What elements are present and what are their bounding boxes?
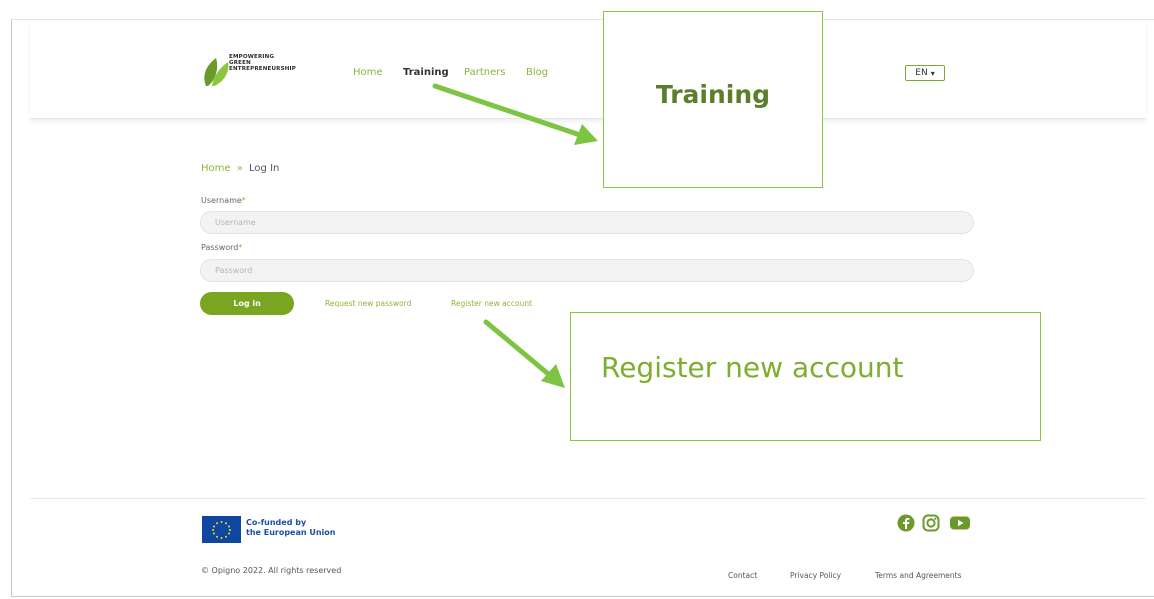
request-password-link[interactable]: Request new password: [325, 299, 411, 308]
nav-blog[interactable]: Blog: [526, 67, 548, 78]
youtube-icon[interactable]: [949, 514, 971, 532]
username-label: Username*: [201, 196, 246, 205]
logo-wordmark[interactable]: EMPOWERING GREEN ENTREPRENEURSHIP: [229, 54, 296, 72]
chevron-down-icon: ▾: [930, 68, 935, 78]
instagram-icon[interactable]: [922, 514, 940, 532]
eu-flag-icon: [202, 516, 241, 543]
footer-divider: [30, 498, 1146, 499]
language-value: EN: [915, 68, 928, 78]
breadcrumb-separator: »: [236, 163, 243, 174]
copyright-text: © Opigno 2022. All rights reserved: [201, 566, 342, 575]
nav-partners[interactable]: Partners: [464, 67, 506, 78]
eu-funding-text: Co-funded by the European Union: [246, 518, 336, 538]
footer-link-contact[interactable]: Contact: [728, 571, 757, 580]
username-input[interactable]: [200, 211, 974, 234]
username-label-text: Username: [201, 196, 242, 205]
required-mark: *: [241, 196, 246, 205]
password-label-text: Password: [201, 243, 239, 252]
nav-training[interactable]: Training: [403, 67, 449, 78]
facebook-icon[interactable]: [897, 514, 915, 532]
training-callout-text: Training: [655, 80, 771, 109]
breadcrumb-home[interactable]: Home: [201, 163, 231, 174]
password-input[interactable]: [200, 259, 974, 282]
footer-link-privacy-policy[interactable]: Privacy Policy: [790, 571, 841, 580]
required-mark: *: [238, 243, 243, 252]
register-callout-text: Register new account: [601, 351, 904, 384]
password-label: Password*: [201, 243, 242, 252]
login-button[interactable]: Log in: [200, 292, 294, 315]
breadcrumb: Home » Log In: [201, 163, 279, 174]
footer-link-terms[interactable]: Terms and Agreements: [875, 571, 962, 580]
breadcrumb-current: Log In: [249, 163, 280, 174]
eu-line-1: Co-funded by: [246, 518, 307, 527]
logo-line-3: ENTREPRENEURSHIP: [229, 66, 297, 72]
site-header: [30, 20, 1146, 119]
nav-home[interactable]: Home: [353, 67, 383, 78]
language-select[interactable]: EN ▾: [905, 65, 945, 81]
register-account-link[interactable]: Register new account: [451, 299, 532, 308]
eu-line-2: the European Union: [246, 528, 336, 537]
training-callout-box: Training: [603, 11, 823, 188]
register-callout-box: Register new account: [570, 312, 1041, 441]
